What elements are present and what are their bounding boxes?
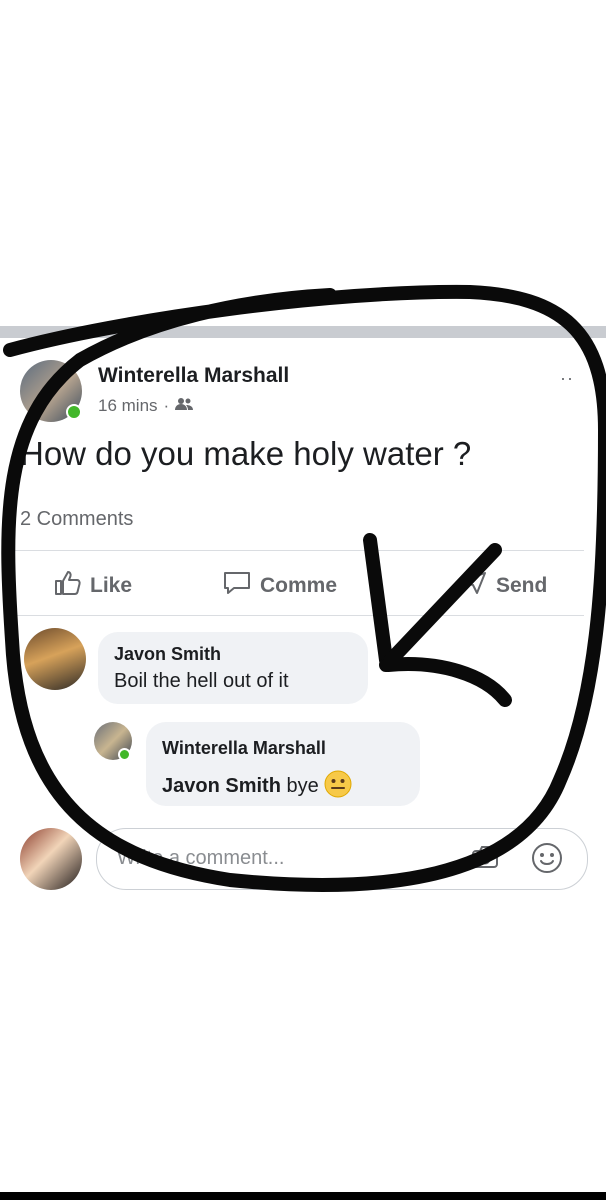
comment-author[interactable]: Javon Smith bbox=[114, 644, 221, 665]
more-options-button[interactable]: ·· bbox=[560, 368, 574, 389]
send-icon bbox=[458, 570, 488, 602]
friends-icon bbox=[175, 396, 194, 416]
post-text: How do you make holy water ? bbox=[20, 435, 472, 472]
reply-body: bye bbox=[286, 775, 319, 797]
write-comment-input[interactable]: Write a comment... bbox=[96, 828, 588, 890]
like-label: Like bbox=[90, 574, 133, 597]
like-button[interactable]: Like bbox=[54, 570, 132, 602]
online-status-dot bbox=[66, 404, 82, 420]
online-status-dot bbox=[118, 748, 131, 761]
reply-mention[interactable]: Javon Smith bbox=[162, 775, 281, 797]
divider bbox=[14, 615, 584, 616]
emoji-icon[interactable] bbox=[531, 842, 563, 879]
post-meta: 16 mins · bbox=[98, 396, 194, 416]
bottom-bar bbox=[0, 1192, 606, 1200]
write-comment-placeholder: Write a comment... bbox=[117, 847, 285, 869]
reply-bubble: Winterella Marshall Javon Smith bye bbox=[146, 722, 420, 806]
reply-author[interactable]: Winterella Marshall bbox=[162, 738, 326, 759]
post-author-name[interactable]: Winterella Marshall bbox=[98, 364, 289, 388]
smiley-emoji-icon bbox=[324, 770, 352, 798]
comment-icon bbox=[222, 570, 252, 602]
comment-bubble: Javon Smith Boil the hell out of it bbox=[98, 632, 368, 704]
send-button[interactable]: Send bbox=[458, 570, 547, 602]
commenter-avatar[interactable] bbox=[24, 628, 86, 690]
camera-icon[interactable] bbox=[471, 845, 499, 874]
comments-count-link[interactable]: 2 Comments bbox=[20, 508, 133, 531]
divider bbox=[14, 550, 584, 551]
current-user-avatar[interactable] bbox=[20, 828, 82, 890]
post-time[interactable]: 16 mins bbox=[98, 396, 158, 416]
send-label: Send bbox=[496, 574, 548, 597]
comment-text: Boil the hell out of it bbox=[114, 670, 289, 692]
like-icon bbox=[54, 570, 82, 602]
meta-separator: · bbox=[163, 396, 170, 415]
reply-text: Javon Smith bye bbox=[162, 770, 352, 798]
comment-label: Comme bbox=[260, 574, 338, 597]
header-bar bbox=[0, 326, 606, 338]
comment-button[interactable]: Comme bbox=[222, 570, 337, 602]
